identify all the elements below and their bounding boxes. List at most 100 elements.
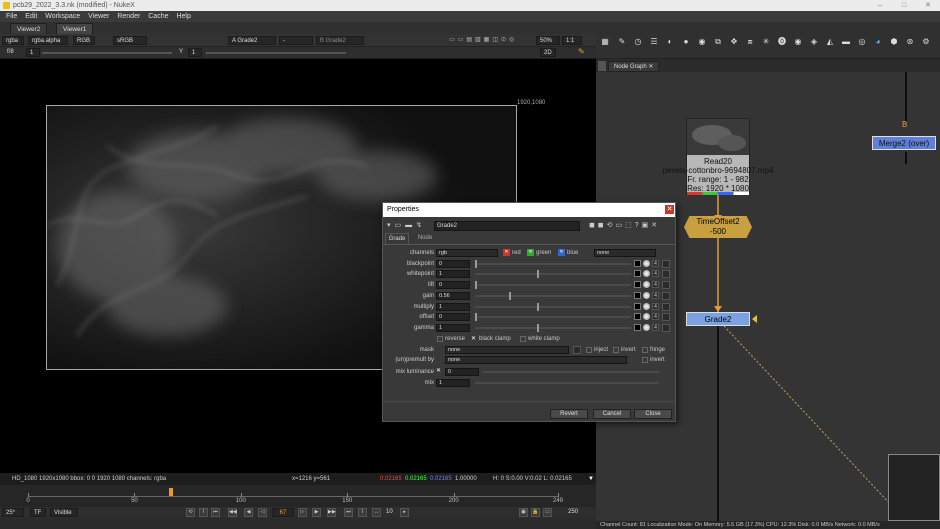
premult-select[interactable]: none (445, 356, 627, 364)
skip-icon[interactable]: ↔ (372, 508, 381, 517)
whitepoint-color-wheel-icon[interactable] (643, 270, 650, 277)
colorspace-dropdown[interactable]: RGB (73, 36, 95, 45)
premult-invert-checkbox[interactable] (642, 357, 648, 363)
transform-tools-icon[interactable]: ✥ (729, 37, 739, 47)
blackpoint-split-channels-icon[interactable]: 4 (652, 260, 659, 267)
mix-slider[interactable] (475, 382, 659, 384)
reverse-checkbox[interactable] (437, 336, 443, 342)
tab-node-graph[interactable]: Node Graph ✕ (608, 61, 660, 72)
fringe-checkbox[interactable] (642, 347, 648, 353)
tab-grade[interactable]: Grade (385, 233, 409, 244)
image-tools-icon[interactable]: ▦ (600, 37, 610, 47)
cancel-button[interactable]: Cancel (593, 409, 631, 419)
color-tools-icon[interactable]: ◐ (665, 37, 675, 47)
merge-tools-icon[interactable]: ⧉ (713, 37, 723, 47)
menu-workspace[interactable]: Workspace (45, 11, 80, 22)
red-checkbox[interactable]: ✕ (503, 249, 510, 256)
gamma-slider[interactable] (206, 52, 346, 54)
input-a-dropdown[interactable]: A Grade2 (228, 36, 276, 45)
tab-viewer2[interactable]: Viewer2 (10, 23, 48, 34)
offset-value[interactable]: 0 (436, 313, 470, 321)
channels-select[interactable]: rgb (436, 249, 498, 257)
mix-luminance-slider[interactable] (483, 371, 659, 373)
gain-split-channels-icon[interactable]: 4 (652, 292, 659, 299)
time-tools-icon[interactable]: ◷ (633, 37, 643, 47)
next-frame-button[interactable]: ▶ (312, 508, 321, 517)
timeline-playhead[interactable] (168, 488, 173, 496)
lock-icon[interactable]: 🔒 (531, 508, 540, 517)
blackpoint-color-wheel-icon[interactable] (643, 260, 650, 267)
offset-slider-handle[interactable] (475, 313, 477, 321)
furnace-icon[interactable]: ◎ (857, 37, 867, 47)
lift-color-wheel-icon[interactable] (643, 281, 650, 288)
offset-color-wheel-icon[interactable] (643, 313, 650, 320)
lift-color-swatch[interactable] (634, 281, 641, 288)
gamma-value[interactable]: 1 (188, 48, 202, 57)
end-frame-field[interactable]: 250 (565, 508, 583, 517)
multiply-color-swatch[interactable] (634, 303, 641, 310)
menu-viewer[interactable]: Viewer (88, 11, 109, 22)
draw-tools-icon[interactable]: ✎ (617, 37, 627, 47)
gain-animation-icon[interactable] (662, 292, 670, 300)
exposure-slider[interactable] (42, 52, 172, 54)
whitepoint-color-swatch[interactable] (634, 270, 641, 277)
cara-vr-icon[interactable]: ⊛ (905, 37, 915, 47)
tf-dropdown[interactable]: TF (30, 508, 46, 517)
lift-value[interactable]: 0 (436, 281, 470, 289)
mix-luminance-checkbox[interactable]: ✕ (436, 368, 443, 375)
channels-dropdown[interactable]: rgba (2, 36, 24, 45)
views-tools-icon[interactable]: ◉ (793, 37, 803, 47)
monitor-icon[interactable]: ▭ (543, 508, 552, 517)
mix-value[interactable]: 1 (436, 379, 470, 387)
pane-menu-icon[interactable] (598, 61, 606, 71)
prev-keyframe-button[interactable]: ◀◀ (228, 508, 237, 517)
multiply-slider[interactable] (475, 303, 631, 311)
menu-edit[interactable]: Edit (25, 11, 37, 22)
revert-button[interactable]: Revert (550, 409, 588, 419)
channel-tools-icon[interactable]: ☰ (649, 37, 659, 47)
gain-color-wheel-icon[interactable] (643, 292, 650, 299)
step-value[interactable]: 10 (383, 508, 397, 517)
composite-mode-dropdown[interactable]: - (279, 36, 313, 45)
lut-dropdown[interactable]: sRGB (113, 36, 147, 45)
gamma-color-swatch[interactable] (634, 324, 641, 331)
air-tools-icon[interactable]: ◕ (873, 37, 883, 47)
multiply-animation-icon[interactable] (662, 303, 670, 311)
prev-frame-button[interactable]: ◀ (244, 508, 253, 517)
blue-checkbox[interactable]: ✕ (558, 249, 565, 256)
gamma-animation-icon[interactable] (662, 324, 670, 332)
gain-color-swatch[interactable] (634, 292, 641, 299)
blackpoint-color-swatch[interactable] (634, 260, 641, 267)
step-forward-icon[interactable]: ▸ (400, 508, 409, 517)
gain-slider[interactable] (475, 292, 631, 300)
menu-help[interactable]: Help (176, 11, 190, 22)
whitepoint-slider[interactable] (475, 270, 631, 278)
maximize-button[interactable]: □ (892, 0, 916, 11)
node-name-field[interactable]: Grade2 (434, 221, 580, 231)
gamma-color-wheel-icon[interactable] (643, 324, 650, 331)
props-header-icons[interactable]: ▾▭▬↯ (387, 221, 435, 231)
gamma-split-channels-icon[interactable]: 4 (652, 324, 659, 331)
lift-animation-icon[interactable] (662, 281, 670, 289)
white-clamp-checkbox[interactable] (520, 336, 526, 342)
whitepoint-split-channels-icon[interactable]: 4 (652, 270, 659, 277)
node-graph-navigator[interactable] (888, 454, 940, 521)
metadata-tools-icon[interactable]: ◈ (809, 37, 819, 47)
last-frame-button[interactable]: ⏭ (344, 508, 353, 517)
gamma-value[interactable]: 1 (436, 324, 470, 332)
menu-file[interactable]: File (6, 11, 17, 22)
first-frame-button[interactable]: ⏮ (211, 508, 220, 517)
tab-node[interactable]: Node (413, 233, 437, 244)
filter-tools-icon[interactable]: ● (681, 37, 691, 47)
blackpoint-animation-icon[interactable] (662, 260, 670, 268)
mask-select[interactable]: none (445, 346, 569, 354)
close-button[interactable]: Close (634, 409, 672, 419)
mix-luminance-value[interactable]: 0 (445, 368, 479, 376)
paint-brush-icon[interactable]: ✎ (578, 47, 585, 56)
cache-icon[interactable]: ▣ (519, 508, 528, 517)
multiply-slider-handle[interactable] (537, 303, 540, 311)
play-backward-button[interactable]: ◁ (258, 508, 267, 517)
ocula-icon[interactable]: ⬢ (889, 37, 899, 47)
mask-channel-button[interactable] (573, 346, 581, 354)
black-clamp-checkbox[interactable]: ✕ (471, 336, 477, 342)
